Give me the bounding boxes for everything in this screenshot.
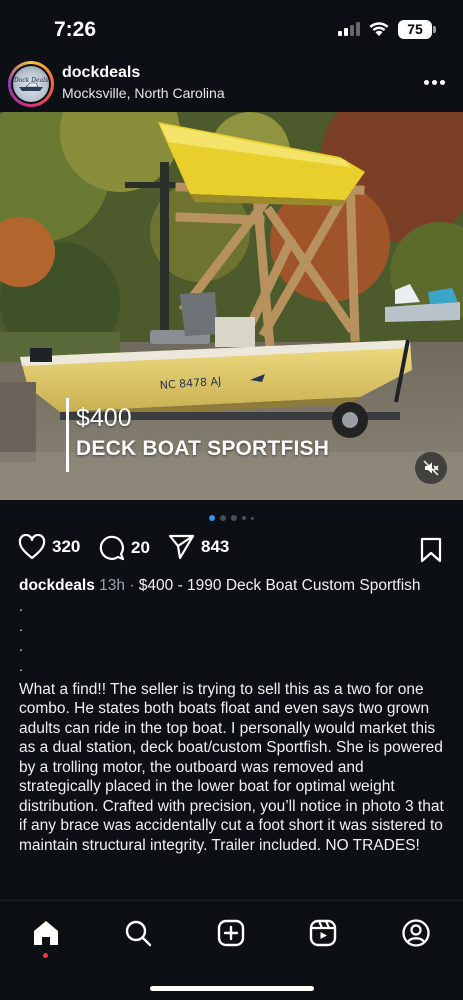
status-time: 7:26	[54, 18, 97, 41]
heart-icon	[18, 534, 46, 560]
status-bar: 7:26 75	[0, 0, 463, 56]
bottom-nav	[0, 900, 463, 1000]
speaker-muted-icon[interactable]	[415, 452, 447, 484]
overlay-price: $400	[76, 404, 132, 432]
comment-count: 20	[131, 537, 150, 557]
reels-icon[interactable]	[307, 917, 339, 949]
create-plus-icon[interactable]	[215, 917, 247, 949]
carousel-dot	[209, 515, 215, 521]
notification-dot	[43, 953, 48, 958]
post-header: Dock Deals dockdeals Mocksville, North C…	[0, 56, 463, 112]
cellular-signal-icon	[338, 22, 360, 36]
caption-username[interactable]: dockdeals	[19, 577, 95, 594]
overlay-title: DECK BOAT SPORTFISH	[76, 437, 330, 460]
action-bar: 320 20 843	[0, 534, 463, 566]
wifi-icon	[368, 20, 390, 42]
caption-headline: $400 - 1990 Deck Boat Custom Sportfish	[138, 577, 421, 594]
carousel-dot	[220, 515, 226, 521]
more-options-icon[interactable]	[424, 72, 448, 92]
post-username[interactable]: dockdeals	[62, 64, 140, 82]
like-count: 320	[52, 537, 81, 556]
home-indicator	[150, 986, 314, 991]
like-button[interactable]: 320	[18, 534, 80, 560]
avatar-story-ring[interactable]: Dock Deals	[8, 61, 54, 107]
home-icon[interactable]	[30, 917, 62, 949]
share-count: 843	[201, 537, 230, 556]
caption-body: What a find!! The seller is trying to se…	[19, 680, 444, 854]
caption-dot: .	[19, 657, 23, 674]
battery-nub	[433, 26, 436, 33]
carousel-dot	[242, 516, 246, 520]
comment-button[interactable]: 20	[98, 534, 150, 561]
bookmark-icon[interactable]	[420, 537, 442, 568]
carousel-dot	[251, 516, 254, 520]
post-caption: dockdeals 13h · $400 - 1990 Deck Boat Cu…	[19, 576, 447, 855]
caption-headline-line: dockdeals 13h · $400 - 1990 Deck Boat Cu…	[19, 577, 421, 594]
avatar[interactable]: Dock Deals	[11, 64, 51, 104]
comment-bubble-icon	[99, 535, 125, 561]
overlay-divider	[66, 398, 69, 472]
carousel-indicator	[0, 514, 463, 522]
caption-dot: .	[19, 617, 23, 634]
paper-plane-icon	[168, 534, 195, 560]
share-button[interactable]: 843	[168, 534, 229, 560]
search-icon[interactable]	[122, 917, 154, 949]
profile-icon[interactable]	[400, 917, 432, 949]
caption-time: 13h	[99, 577, 125, 594]
caption-dot: .	[19, 637, 23, 654]
avatar-logo: Dock Deals	[13, 66, 49, 102]
caption-dot: .	[19, 597, 23, 614]
post-location[interactable]: Mocksville, North Carolina	[62, 85, 225, 101]
carousel-dot	[231, 515, 237, 521]
battery-icon: 75	[398, 20, 432, 39]
caption-spacer-dots: . . . .	[19, 596, 447, 676]
